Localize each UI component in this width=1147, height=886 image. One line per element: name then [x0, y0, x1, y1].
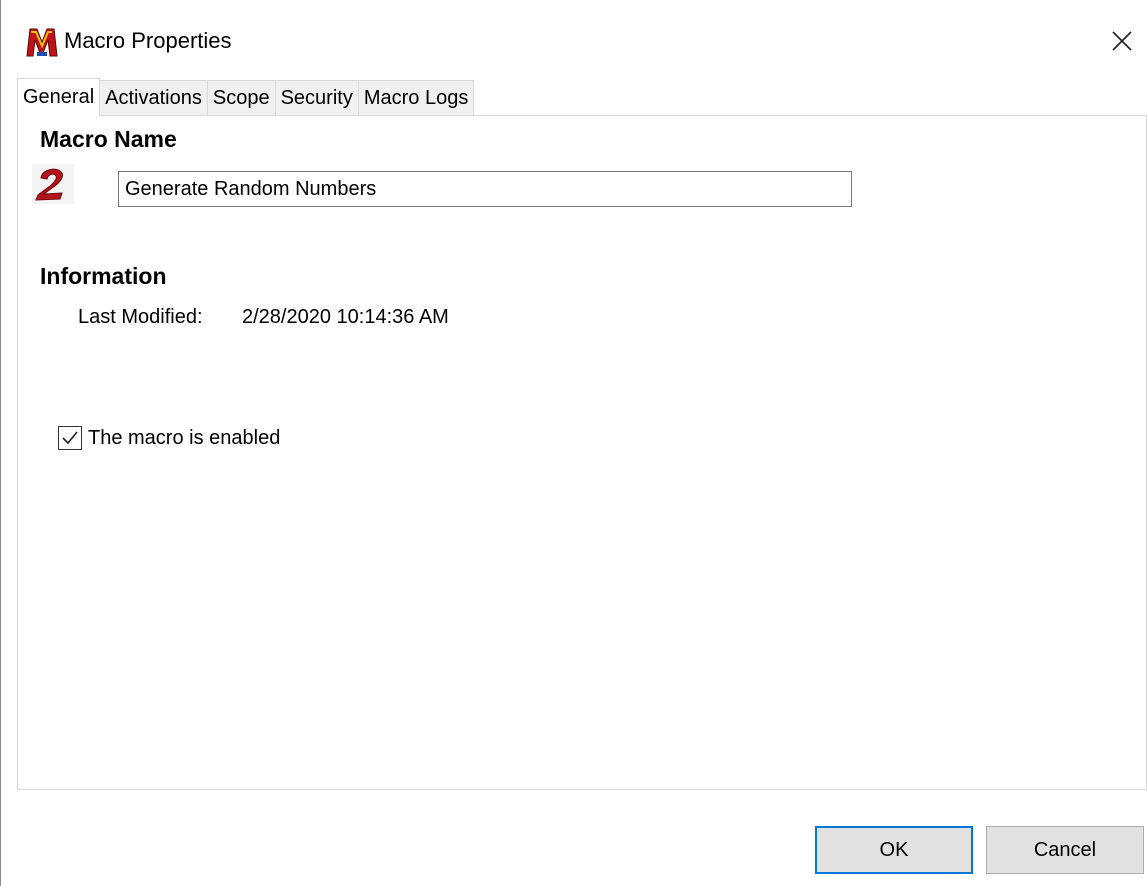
tab-strip: General Activations Scope Security Macro… [17, 78, 475, 116]
close-button[interactable] [1099, 18, 1145, 64]
enabled-checkbox[interactable] [58, 426, 82, 450]
checkmark-icon [62, 431, 78, 445]
enabled-checkbox-label: The macro is enabled [88, 426, 281, 449]
macro-name-input[interactable] [118, 171, 852, 207]
red-2-macro-icon[interactable] [32, 164, 74, 204]
last-modified-value: 2/28/2020 10:14:36 AM [242, 306, 449, 328]
macro-name-divider [218, 136, 1136, 137]
tab-macro-logs[interactable]: Macro Logs [357, 80, 475, 116]
app-m-icon [25, 26, 59, 58]
macro-name-heading: Macro Name [40, 126, 187, 153]
general-tab-panel: Macro Name Information Last Modified: 2/… [17, 115, 1147, 790]
tab-activations[interactable]: Activations [99, 80, 208, 116]
ok-button[interactable]: OK [815, 826, 973, 874]
close-icon [1112, 31, 1132, 51]
tab-security[interactable]: Security [274, 80, 359, 116]
cancel-button[interactable]: Cancel [986, 826, 1144, 874]
title-bar[interactable]: Macro Properties [1, 0, 1147, 80]
last-modified-label: Last Modified: [78, 306, 203, 328]
information-divider [213, 274, 1136, 275]
tab-general[interactable]: General [17, 78, 101, 116]
information-heading: Information [40, 263, 177, 290]
macro-properties-dialog: Macro Properties General Activations Sco… [0, 0, 1147, 886]
enabled-checkbox-row[interactable]: The macro is enabled [58, 426, 280, 450]
tab-scope[interactable]: Scope [206, 80, 276, 116]
window-title: Macro Properties [64, 28, 232, 53]
